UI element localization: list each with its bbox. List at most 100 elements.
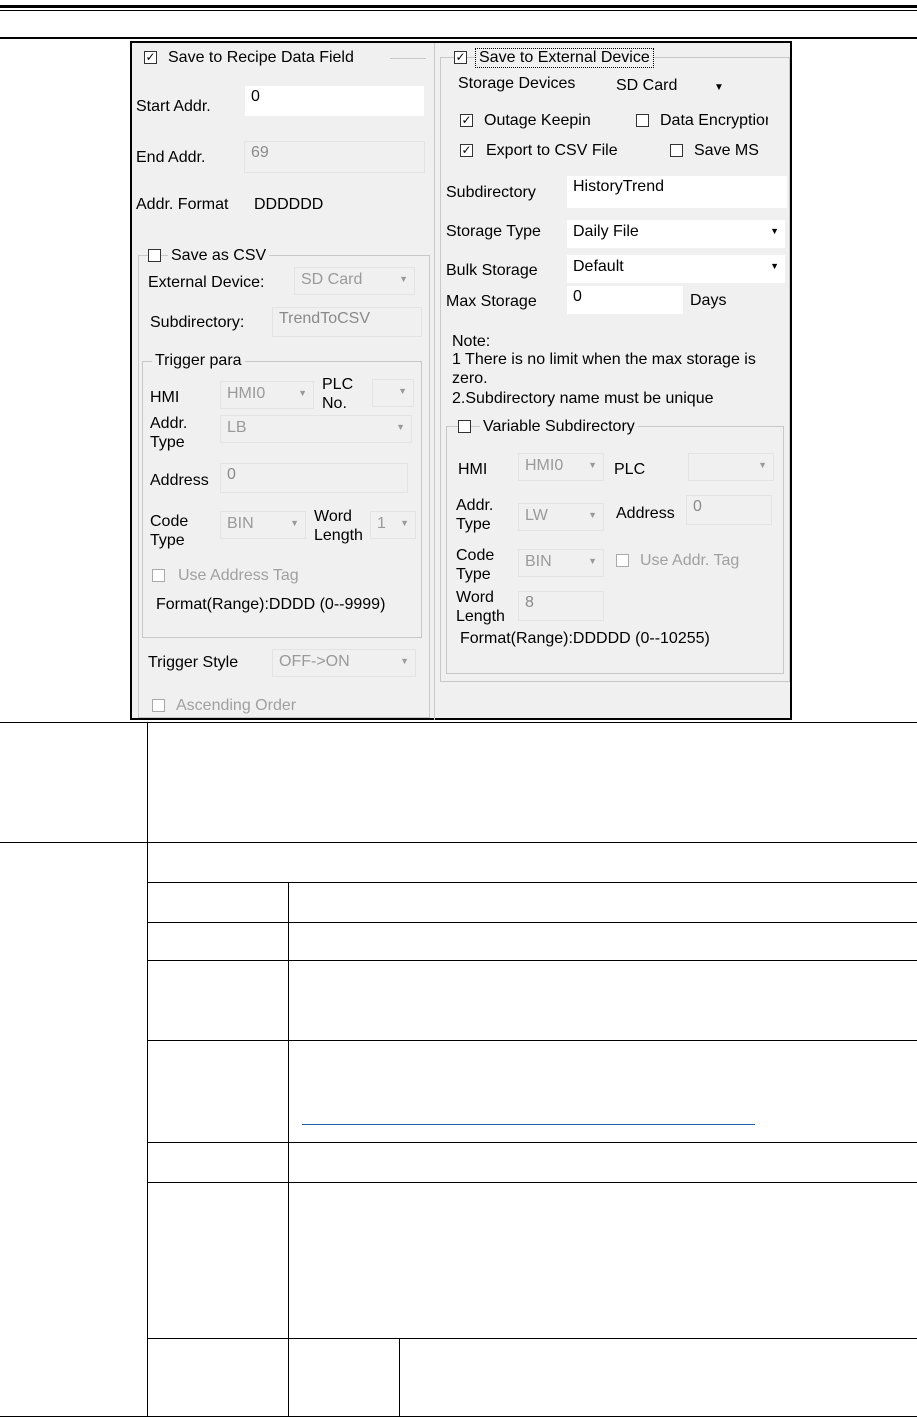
external-device-label: External Device: (148, 274, 265, 291)
hmi-value: HMI0 (227, 385, 266, 402)
save-external-label: Save to External Device (475, 48, 654, 68)
note-line-1: 1 There is no limit when the max storage… (452, 351, 756, 368)
max-storage-input[interactable]: 0 (566, 285, 684, 315)
subdirectory-right-label: Subdirectory (446, 184, 536, 201)
addr-type-label-line2: Type (150, 434, 185, 451)
storage-type-label: Storage Type (446, 223, 541, 240)
var-addr-type-select: LW ▼ (518, 503, 604, 531)
subdirectory-input: TrendToCSV (272, 307, 422, 337)
table-rule (288, 882, 289, 1417)
table-rule (147, 722, 148, 1417)
note-line-3: 2.Subdirectory name must be unique (452, 390, 714, 407)
var-word-length-label-line1: Word (456, 589, 494, 606)
var-code-type-label-line2: Type (456, 566, 491, 583)
storage-type-select[interactable]: Daily File ▼ (566, 219, 786, 249)
trigger-style-label: Trigger Style (148, 654, 239, 671)
table-rule (147, 922, 917, 923)
save-external-checkbox[interactable]: ✓ (454, 51, 467, 64)
table-rule (399, 1338, 400, 1417)
chevron-down-icon: ▼ (400, 656, 409, 666)
table-rule (147, 1338, 917, 1339)
var-hmi-select: HMI0 ▼ (518, 453, 604, 481)
save-csv-checkbox[interactable] (148, 249, 161, 262)
word-length-label-line2: Length (314, 527, 363, 544)
word-length-value: 1 (377, 515, 386, 532)
code-type-label-line1: Code (150, 513, 189, 530)
word-length-label-line1: Word (314, 508, 352, 525)
table-rule (0, 842, 917, 843)
storage-type-value: Daily File (573, 223, 639, 240)
note-title: Note: (452, 333, 491, 350)
var-plc-select: ▼ (688, 453, 774, 481)
outage-keepin-checkbox[interactable]: ✓ (460, 114, 473, 127)
chevron-down-icon: ▼ (298, 388, 307, 398)
end-addr-label: End Addr. (136, 149, 206, 166)
bulk-storage-select[interactable]: Default ▼ (566, 254, 786, 284)
word-length-select: 1 ▼ (370, 511, 416, 539)
page-top-rule-thick (0, 5, 917, 8)
var-addr-type-label-line1: Addr. (456, 497, 494, 514)
page-top-rule-thin (0, 10, 917, 11)
chevron-down-icon: ▼ (398, 386, 407, 396)
export-csv-label: Export to CSV File (486, 142, 618, 159)
code-type-select: BIN ▼ (220, 511, 306, 539)
data-encryption-checkbox[interactable] (636, 114, 649, 127)
outage-keepin-label: Outage Keepin (484, 112, 591, 129)
use-address-tag-checkbox[interactable] (152, 569, 165, 582)
save-recipe-checkbox[interactable]: ✓ (144, 51, 157, 64)
ascending-order-checkbox[interactable] (152, 699, 165, 712)
chevron-down-icon: ▼ (758, 460, 767, 470)
hmi-label: HMI (150, 389, 180, 406)
chevron-down-icon: ▼ (396, 422, 405, 432)
export-csv-checkbox[interactable]: ✓ (460, 144, 473, 157)
var-address-input: 0 (686, 495, 772, 525)
variable-subdirectory-label: Variable Subdirectory (480, 418, 638, 436)
format-range-left: Format(Range):DDDD (0--9999) (156, 596, 386, 613)
var-addr-type-value: LW (525, 507, 548, 524)
var-code-type-select: BIN ▼ (518, 549, 604, 577)
address-label: Address (150, 472, 209, 489)
storage-devices-dropdown-icon[interactable]: ▼ (714, 79, 724, 97)
panel-divider (434, 43, 435, 720)
storage-devices-value[interactable]: SD Card (616, 77, 677, 95)
chevron-down-icon: ▼ (290, 518, 299, 528)
use-addr-tag-label: Use Addr. Tag (640, 552, 740, 569)
var-word-length-label-line2: Length (456, 608, 505, 625)
save-ms-label: Save MS (694, 142, 759, 159)
plc-no-select: ▼ (372, 379, 414, 407)
table-rule (0, 722, 917, 723)
table-rule (147, 1040, 917, 1041)
external-device-select: SD Card ▼ (294, 267, 415, 295)
chevron-down-icon: ▼ (588, 510, 597, 520)
end-addr-input: 69 (244, 141, 425, 173)
code-type-label-line2: Type (150, 532, 185, 549)
variable-subdirectory-checkbox[interactable] (458, 420, 471, 433)
max-storage-label: Max Storage (446, 293, 537, 310)
storage-devices-label: Storage Devices (458, 75, 576, 92)
plc-no-label-line2: No. (322, 395, 347, 412)
ascending-order-label: Ascending Order (176, 697, 297, 714)
subdirectory-label: Subdirectory: (150, 314, 245, 331)
addr-type-select: LB ▼ (220, 415, 412, 443)
bulk-storage-value: Default (573, 258, 624, 275)
link-underline[interactable] (302, 1124, 755, 1125)
start-addr-input[interactable]: 0 (244, 85, 425, 117)
var-code-type-label-line1: Code (456, 547, 495, 564)
var-word-length-input: 8 (518, 591, 604, 621)
var-addr-type-label-line2: Type (456, 516, 491, 533)
save-ms-checkbox[interactable] (670, 144, 683, 157)
address-input: 0 (220, 463, 408, 493)
addr-type-label-line1: Addr. (150, 415, 188, 432)
chevron-down-icon: ▼ (399, 274, 408, 284)
addr-format-label: Addr. Format (136, 196, 229, 213)
subdirectory-right-input[interactable]: HistoryTrend (566, 175, 788, 209)
var-code-type-value: BIN (525, 553, 552, 570)
use-address-tag-label: Use Address Tag (178, 567, 299, 584)
trend-save-dialog: ✓ Save to Recipe Data Field Start Addr. … (130, 41, 792, 720)
days-label: Days (690, 292, 727, 309)
code-type-value: BIN (227, 515, 254, 532)
format-range-right: Format(Range):DDDDD (0--10255) (460, 630, 710, 647)
table-rule (147, 1182, 917, 1183)
use-addr-tag-checkbox[interactable] (616, 554, 629, 567)
trigger-style-select: OFF->ON ▼ (272, 649, 416, 677)
